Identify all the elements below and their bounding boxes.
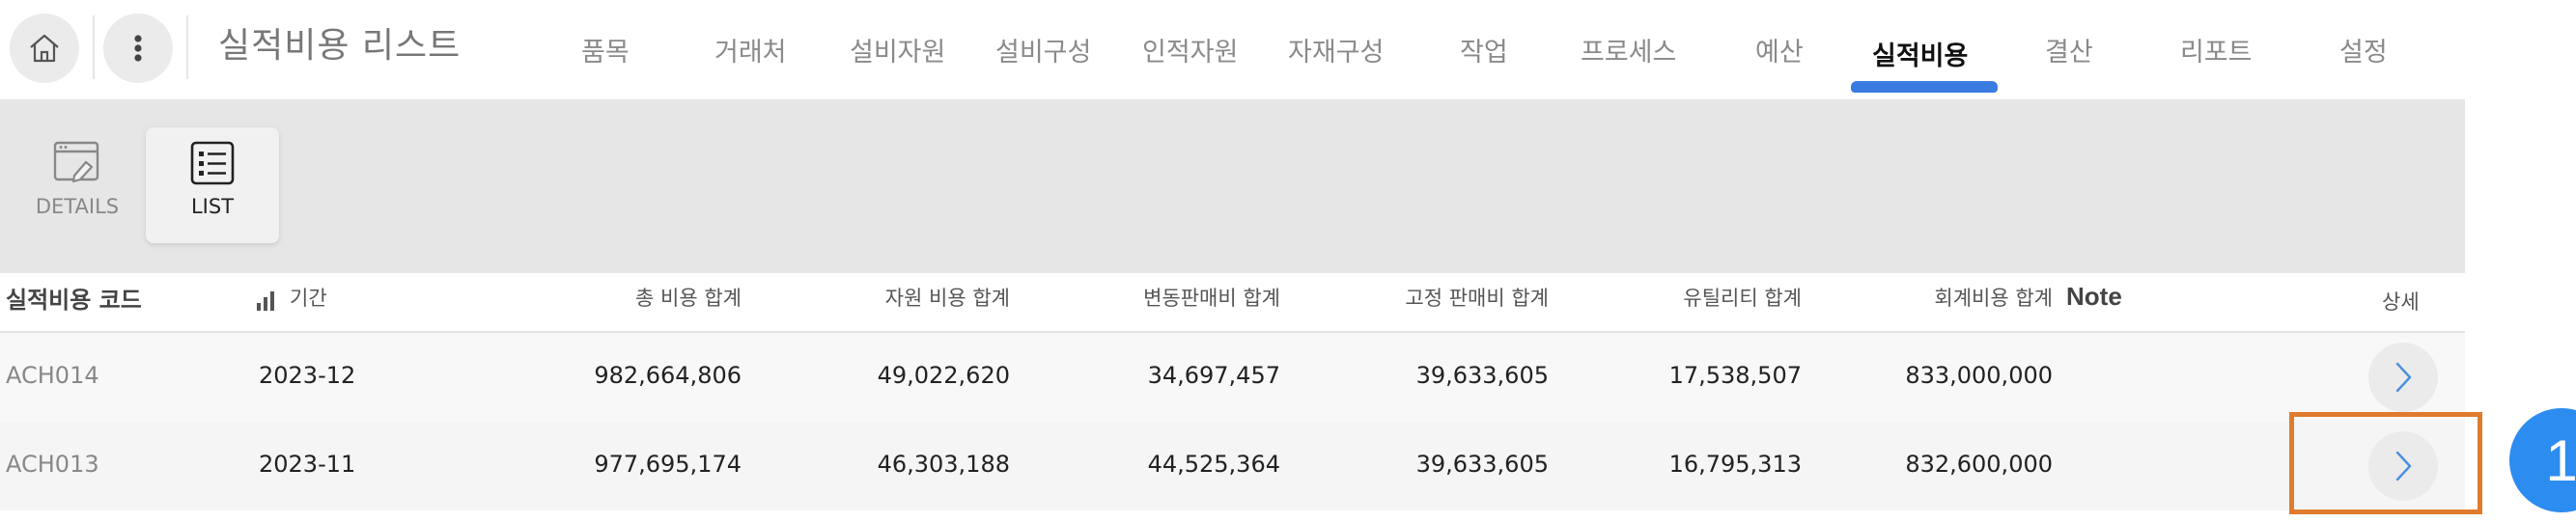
tab-human-resources[interactable]: 인적자원 bbox=[1142, 31, 1238, 69]
column-header-note: Note bbox=[2066, 282, 2122, 311]
tab-budget[interactable]: 예산 bbox=[1755, 31, 1804, 69]
cell-variable-sales: 34,697,457 bbox=[1147, 362, 1280, 389]
column-header-accounting[interactable]: 회계비용 합계 bbox=[1852, 283, 2053, 312]
cell-fixed-sales: 39,633,605 bbox=[1415, 451, 1549, 478]
step-number-badge: 1 bbox=[2509, 408, 2576, 512]
app-window: 실적비용 리스트 품목 거래처 설비자원 설비구성 인적자원 자재구성 작업 프… bbox=[0, 0, 2465, 523]
home-button[interactable] bbox=[10, 14, 79, 83]
home-icon bbox=[30, 34, 59, 63]
column-header-resource[interactable]: 자원 비용 합계 bbox=[809, 283, 1010, 312]
tab-settlement[interactable]: 결산 bbox=[2045, 31, 2093, 69]
cell-fixed-sales: 39,633,605 bbox=[1415, 362, 1549, 389]
tab-settings[interactable]: 설정 bbox=[2339, 31, 2388, 69]
tab-process[interactable]: 프로세스 bbox=[1581, 31, 1676, 69]
column-header-variable-sales[interactable]: 변동판매비 합계 bbox=[1079, 283, 1280, 312]
tab-report[interactable]: 리포트 bbox=[2180, 31, 2253, 69]
tab-work[interactable]: 작업 bbox=[1460, 31, 1508, 69]
tab-equipment-resources[interactable]: 설비자원 bbox=[850, 31, 945, 69]
more-vertical-icon bbox=[134, 35, 142, 62]
cell-variable-sales: 44,525,364 bbox=[1147, 451, 1280, 478]
cell-accounting: 833,000,000 bbox=[1905, 362, 2053, 389]
cell-code: ACH013 bbox=[6, 451, 99, 478]
cell-resource: 46,303,188 bbox=[877, 451, 1010, 478]
divider bbox=[186, 15, 188, 79]
details-view-label: DETAILS bbox=[35, 195, 120, 218]
column-header-fixed-sales[interactable]: 고정 판매비 합계 bbox=[1348, 283, 1549, 312]
highlight-box bbox=[2289, 412, 2482, 514]
chevron-right-icon bbox=[2395, 362, 2412, 393]
active-tab-indicator bbox=[1851, 81, 1998, 93]
column-header-code[interactable]: 실적비용 코드 bbox=[6, 281, 142, 315]
table-row[interactable]: ACH014 2023-12 982,664,806 49,022,620 34… bbox=[0, 333, 2465, 422]
tab-material-config[interactable]: 자재구성 bbox=[1288, 31, 1384, 69]
cell-period: 2023-12 bbox=[259, 362, 356, 389]
cell-utility: 17,538,507 bbox=[1668, 362, 1802, 389]
cell-total: 982,664,806 bbox=[594, 362, 742, 389]
top-navigation-bar: 실적비용 리스트 품목 거래처 설비자원 설비구성 인적자원 자재구성 작업 프… bbox=[0, 0, 2465, 101]
cell-accounting: 832,600,000 bbox=[1905, 451, 2053, 478]
cell-utility: 16,795,313 bbox=[1668, 451, 1802, 478]
tab-items[interactable]: 품목 bbox=[581, 31, 630, 69]
row-detail-button[interactable] bbox=[2368, 343, 2438, 412]
list-view-label: LIST bbox=[190, 195, 235, 218]
page-title: 실적비용 리스트 bbox=[218, 26, 462, 66]
column-header-total[interactable]: 총 비용 합계 bbox=[541, 283, 742, 312]
table-header: 실적비용 코드 기간 총 비용 합계 자원 비용 합계 변동판매비 합계 고정 … bbox=[0, 273, 2465, 333]
cell-code: ACH014 bbox=[6, 362, 99, 389]
column-header-period[interactable]: 기간 bbox=[290, 283, 327, 312]
divider bbox=[93, 15, 95, 79]
column-header-utility[interactable]: 유틸리티 합계 bbox=[1601, 283, 1802, 312]
tab-clients[interactable]: 거래처 bbox=[714, 31, 787, 69]
list-view-button[interactable]: LIST bbox=[146, 127, 279, 243]
bar-chart-icon bbox=[257, 291, 274, 311]
cell-resource: 49,022,620 bbox=[877, 362, 1010, 389]
details-window-icon bbox=[53, 141, 99, 183]
view-toolbar: DETAILS LIST bbox=[0, 100, 2465, 273]
tab-equipment-config[interactable]: 설비구성 bbox=[995, 31, 1091, 69]
more-menu-button[interactable] bbox=[103, 14, 173, 83]
list-icon bbox=[190, 141, 235, 185]
column-header-detail: 상세 bbox=[2382, 290, 2420, 314]
table-row[interactable]: ACH013 2023-11 977,695,174 46,303,188 44… bbox=[0, 422, 2465, 510]
details-view-button[interactable]: DETAILS bbox=[11, 127, 144, 243]
tab-actual-cost[interactable]: 실적비용 bbox=[1872, 35, 1968, 72]
cell-total: 977,695,174 bbox=[594, 451, 742, 478]
cell-period: 2023-11 bbox=[259, 451, 356, 478]
